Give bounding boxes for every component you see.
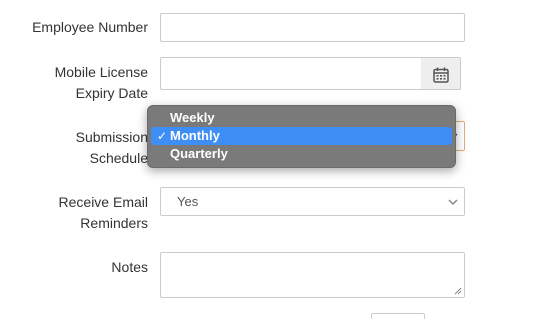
submission-schedule-label-line1: Submission <box>75 129 148 145</box>
email-reminders-select[interactable]: Yes <box>160 187 465 216</box>
option-quarterly[interactable]: Quarterly <box>151 145 452 163</box>
employee-number-label: Employee Number <box>32 19 148 35</box>
mobile-license-label-line2: Expiry Date <box>75 85 148 101</box>
option-weekly[interactable]: Weekly <box>151 109 452 127</box>
option-quarterly-label: Quarterly <box>170 146 228 161</box>
email-reminders-label-line1: Receive Email <box>58 194 148 210</box>
partial-field-bottom <box>371 313 425 319</box>
mobile-license-label-line1: Mobile License <box>54 64 148 80</box>
email-reminders-label: Receive Email Reminders <box>59 192 148 234</box>
submission-schedule-dropdown-menu: Weekly ✓ Monthly Quarterly <box>147 105 456 168</box>
calendar-button[interactable] <box>421 57 461 90</box>
notes-textarea[interactable] <box>160 252 465 298</box>
calendar-icon <box>433 67 449 83</box>
mobile-license-date-input[interactable] <box>160 57 422 90</box>
option-monthly-label: Monthly <box>170 128 220 143</box>
resize-grip-icon[interactable] <box>454 287 462 295</box>
option-monthly[interactable]: ✓ Monthly <box>151 127 452 145</box>
chevron-down-icon <box>448 199 458 206</box>
submission-schedule-label-line2: Schedule <box>89 150 148 166</box>
mobile-license-label: Mobile License Expiry Date <box>55 62 148 104</box>
option-weekly-label: Weekly <box>170 110 215 125</box>
submission-schedule-label: Submission Schedule <box>76 127 148 169</box>
email-reminders-value: Yes <box>177 194 199 209</box>
employee-number-input[interactable] <box>160 13 465 42</box>
email-reminders-label-line2: Reminders <box>80 215 148 231</box>
notes-label: Notes <box>111 259 148 275</box>
checkmark-icon: ✓ <box>157 129 168 143</box>
